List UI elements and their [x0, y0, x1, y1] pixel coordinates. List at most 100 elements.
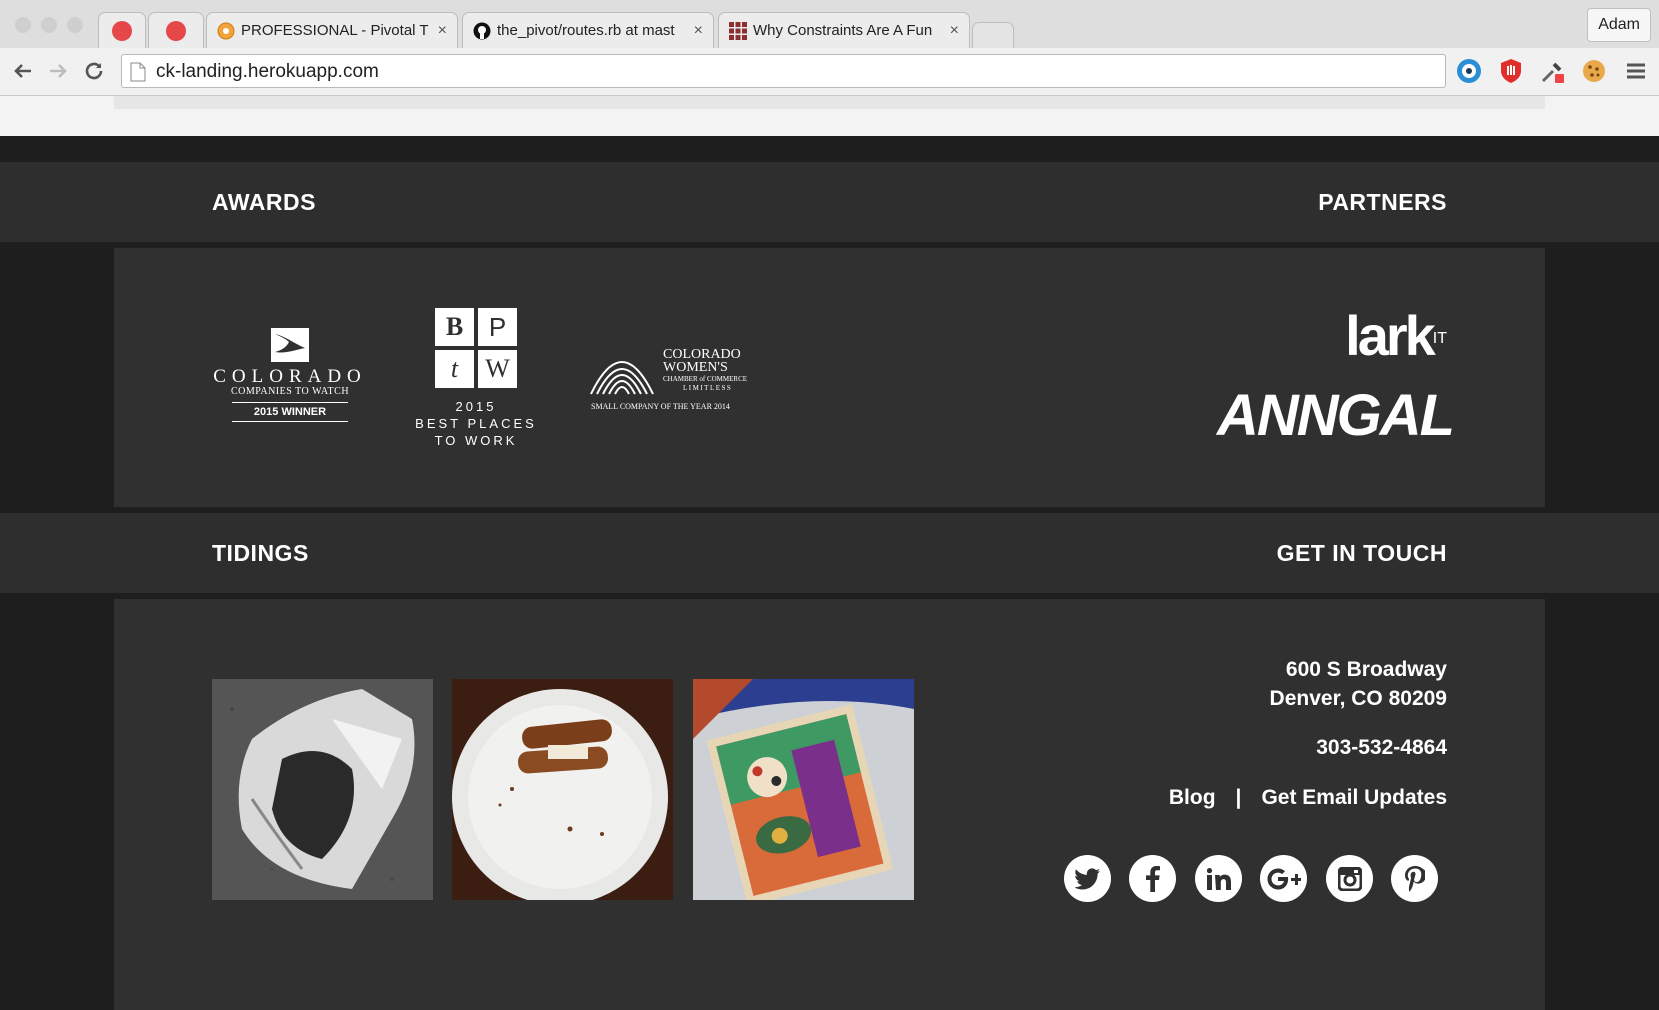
grid-icon	[729, 21, 747, 40]
phone-number[interactable]: 303-532-4864	[1316, 733, 1447, 762]
arch-emblem-icon	[590, 361, 654, 395]
tab-strip: PROFESSIONAL - Pivotal T × the_pivot/rou…	[0, 0, 1659, 48]
tidings-heading: TIDINGS	[212, 539, 309, 566]
awards-heading: AWARDS	[212, 188, 316, 215]
tab-title: Why Constraints Are A Fun	[753, 22, 933, 39]
extension-chromecast[interactable]	[1455, 57, 1483, 85]
colorado-title: COLORADO	[213, 366, 367, 387]
forward-arrow-icon	[50, 64, 67, 78]
tab-pivotal[interactable]: PROFESSIONAL - Pivotal T ×	[206, 12, 458, 48]
email-updates-link[interactable]: Get Email Updates	[1261, 783, 1447, 812]
shield-extension-icon	[1501, 59, 1521, 83]
link-separator: |	[1235, 786, 1242, 809]
eyedropper-icon	[1541, 62, 1564, 83]
bptw-year: 2015	[455, 399, 497, 414]
instagram-photo-1[interactable]	[212, 679, 433, 900]
awards-partners-panel: COLORADO COMPANIES TO WATCH 2015 WINNER …	[114, 248, 1545, 507]
tab-constraints[interactable]: Why Constraints Are A Fun ×	[718, 12, 970, 48]
instagram-button[interactable]	[1326, 855, 1373, 902]
best-places-to-work-logo[interactable]: B P t W 2015 BEST PLACES TO WORK	[414, 308, 538, 458]
address-line1: 600 S Broadway	[1285, 658, 1447, 681]
awards-partners-header: AWARDS PARTNERS	[0, 162, 1659, 242]
linkedin-icon	[1206, 867, 1231, 890]
extension-cookie[interactable]	[1580, 57, 1608, 85]
contact-links: Blog | Get Email Updates	[1169, 783, 1447, 812]
content-strip	[114, 96, 1545, 109]
reload-icon	[85, 62, 103, 80]
cwcc-line2: WOMEN'S	[663, 360, 728, 375]
clock-extension-icon	[1457, 59, 1481, 83]
pivotal-icon	[217, 22, 235, 40]
close-icon[interactable]: ×	[950, 22, 959, 40]
browser-chrome: PROFESSIONAL - Pivotal T × the_pivot/rou…	[0, 0, 1659, 96]
cwcc-caption: SMALL COMPANY OF THE YEAR 2014	[591, 402, 730, 411]
lark-wordmark: lark	[1345, 304, 1436, 367]
minimize-window-button[interactable]	[41, 17, 57, 33]
get-in-touch-heading: GET IN TOUCH	[1276, 539, 1447, 566]
instagram-icon	[1337, 866, 1362, 891]
close-icon[interactable]: ×	[438, 22, 447, 40]
linkedin-button[interactable]	[1195, 855, 1242, 902]
colorado-womens-chamber-logo[interactable]: COLORADO WOMEN'S CHAMBER of COMMERCE LIM…	[587, 338, 749, 418]
browser-toolbar: ck-landing.herokuapp.com	[0, 48, 1659, 96]
twitter-icon	[1074, 867, 1100, 889]
address-line2: Denver, CO 80209	[1269, 687, 1447, 710]
lark-it-logo[interactable]: larkIT	[1307, 308, 1447, 368]
annal-wordmark: ANNGAL	[1217, 383, 1455, 448]
address-block: 600 S Broadway Denver, CO 80209	[1270, 655, 1447, 713]
google-plus-button[interactable]	[1260, 855, 1307, 902]
tab-title: the_pivot/routes.rb at mast	[497, 22, 675, 39]
facebook-icon	[1145, 865, 1160, 892]
zoom-window-button[interactable]	[67, 17, 83, 33]
github-icon	[473, 22, 491, 40]
bptw-letter-grid: B P t W	[435, 308, 517, 388]
cookie-icon	[1583, 60, 1605, 82]
url-text: ck-landing.herokuapp.com	[156, 61, 379, 82]
close-icon[interactable]: ×	[694, 22, 703, 40]
reload-button[interactable]	[79, 56, 109, 86]
bptw-line1: BEST PLACES	[415, 416, 537, 431]
google-plus-icon	[1267, 868, 1301, 889]
twitter-button[interactable]	[1064, 855, 1111, 902]
bptw-letter-b: B	[435, 308, 474, 346]
forward-button[interactable]	[43, 56, 73, 86]
pinterest-icon	[1404, 865, 1425, 892]
tab-title: PROFESSIONAL - Pivotal T	[241, 22, 429, 39]
cwcc-line3: CHAMBER of COMMERCE	[663, 375, 748, 383]
colorado-winner-badge: 2015 WINNER	[232, 402, 348, 422]
extension-adblock[interactable]	[1497, 57, 1525, 85]
blog-link[interactable]: Blog	[1169, 783, 1216, 812]
lark-it-superscript: IT	[1432, 329, 1447, 347]
colorado-companies-logo[interactable]: COLORADO COMPANIES TO WATCH 2015 WINNER	[211, 326, 369, 426]
tidings-contact-panel: 600 S Broadway Denver, CO 80209 303-532-…	[114, 599, 1545, 1010]
painting-print-image	[693, 679, 914, 900]
back-arrow-icon	[14, 64, 31, 78]
user-profile-button[interactable]: Adam	[1587, 8, 1651, 42]
tab-record-2[interactable]	[148, 12, 204, 48]
tab-github[interactable]: the_pivot/routes.rb at mast ×	[462, 12, 714, 48]
bptw-letter-t: t	[435, 350, 474, 388]
annal-logo[interactable]: ANNGAL	[1217, 386, 1455, 446]
address-bar[interactable]: ck-landing.herokuapp.com	[121, 54, 1446, 88]
cwcc-line4: LIMITLESS	[683, 384, 733, 392]
instagram-photo-3[interactable]	[693, 679, 914, 900]
tab-record-1[interactable]	[98, 12, 146, 48]
tidings-contact-header: TIDINGS GET IN TOUCH	[0, 513, 1659, 593]
new-tab-button[interactable]	[972, 22, 1014, 48]
hamburger-menu-icon	[1627, 63, 1645, 79]
facebook-button[interactable]	[1129, 855, 1176, 902]
pinterest-button[interactable]	[1391, 855, 1438, 902]
colorado-subtitle: COMPANIES TO WATCH	[230, 386, 350, 397]
back-button[interactable]	[8, 56, 38, 86]
menu-button[interactable]	[1622, 57, 1650, 85]
page-icon	[130, 62, 146, 82]
record-icon	[166, 20, 186, 41]
instagram-photo-2[interactable]	[452, 679, 673, 900]
bptw-letter-w: W	[478, 350, 517, 388]
bptw-letter-p: P	[478, 308, 517, 346]
extension-eyedropper[interactable]	[1539, 57, 1567, 85]
page-top-area	[0, 96, 1659, 136]
bptw-line2: TO WORK	[434, 433, 518, 448]
partners-heading: PARTNERS	[1318, 188, 1447, 215]
close-window-button[interactable]	[15, 17, 31, 33]
